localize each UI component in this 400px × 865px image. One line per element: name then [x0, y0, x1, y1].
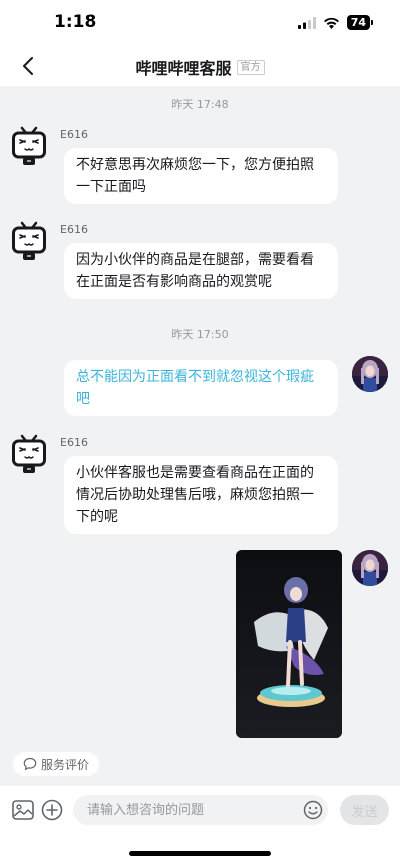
- emoji-icon: [303, 800, 323, 820]
- status-icons: 74: [297, 15, 374, 30]
- user-avatar[interactable]: [352, 550, 388, 586]
- wifi-icon: [323, 17, 339, 29]
- emoji-button[interactable]: [302, 799, 324, 821]
- status-bar: 1:18 74: [0, 0, 400, 46]
- plus-button[interactable]: [41, 799, 63, 821]
- plus-icon: [41, 799, 63, 821]
- bilibili-tv-avatar-icon: [12, 126, 46, 165]
- user-avatar-image: [352, 356, 388, 392]
- service-rating-label: 服务评价: [41, 757, 90, 772]
- home-indicator: [129, 851, 271, 856]
- image-icon: [12, 800, 34, 820]
- message-bubble-incoming[interactable]: 小伙伴客服也是需要查看商品在正面的情况后协助处理售后哦，麻烦您拍照一下的呢: [64, 456, 338, 534]
- user-avatar[interactable]: [352, 356, 388, 392]
- timestamp-2: 昨天 17:50: [171, 328, 229, 341]
- message-bubble-incoming[interactable]: 不好意思再次麻烦您一下，您方便拍照一下正面吗: [64, 148, 338, 204]
- sender-name: E616: [60, 128, 88, 141]
- signal-icon: [297, 16, 316, 29]
- user-avatar-image: [352, 550, 388, 586]
- sender-name: E616: [60, 436, 88, 449]
- message-bubble-outgoing[interactable]: 总不能因为正面看不到就忽视这个瑕疵吧: [64, 360, 338, 416]
- official-badge: 官方: [236, 59, 265, 75]
- figure-photo: [236, 550, 342, 738]
- bilibili-tv-avatar-icon: [12, 221, 46, 260]
- message-input[interactable]: [73, 795, 328, 825]
- service-rating-button[interactable]: 服务评价: [13, 752, 100, 776]
- nav-bar: 哔哩哔哩客服 官方: [0, 46, 400, 86]
- timestamp-1: 昨天 17:48: [171, 98, 229, 111]
- message-bubble-incoming[interactable]: 因为小伙伴的商品是在腿部，需要看看在正面是否有影响商品的观赏呢: [64, 243, 338, 299]
- page-title: 哔哩哔哩客服: [135, 59, 232, 78]
- send-button[interactable]: 发送: [340, 795, 389, 825]
- sender-name: E616: [60, 223, 88, 236]
- photo-message[interactable]: [236, 550, 342, 738]
- status-time: 1:18: [54, 12, 97, 32]
- nav-title-group: 哔哩哔哩客服 官方: [0, 55, 400, 79]
- comment-icon: [23, 757, 37, 771]
- image-button[interactable]: [12, 799, 34, 821]
- chat-area[interactable]: 昨天 17:48 E616 不好意思再次麻烦您一下，您方便拍照一下正面吗 E61…: [0, 86, 400, 786]
- battery-indicator: 74: [346, 15, 374, 30]
- bilibili-tv-avatar-icon: [12, 434, 46, 473]
